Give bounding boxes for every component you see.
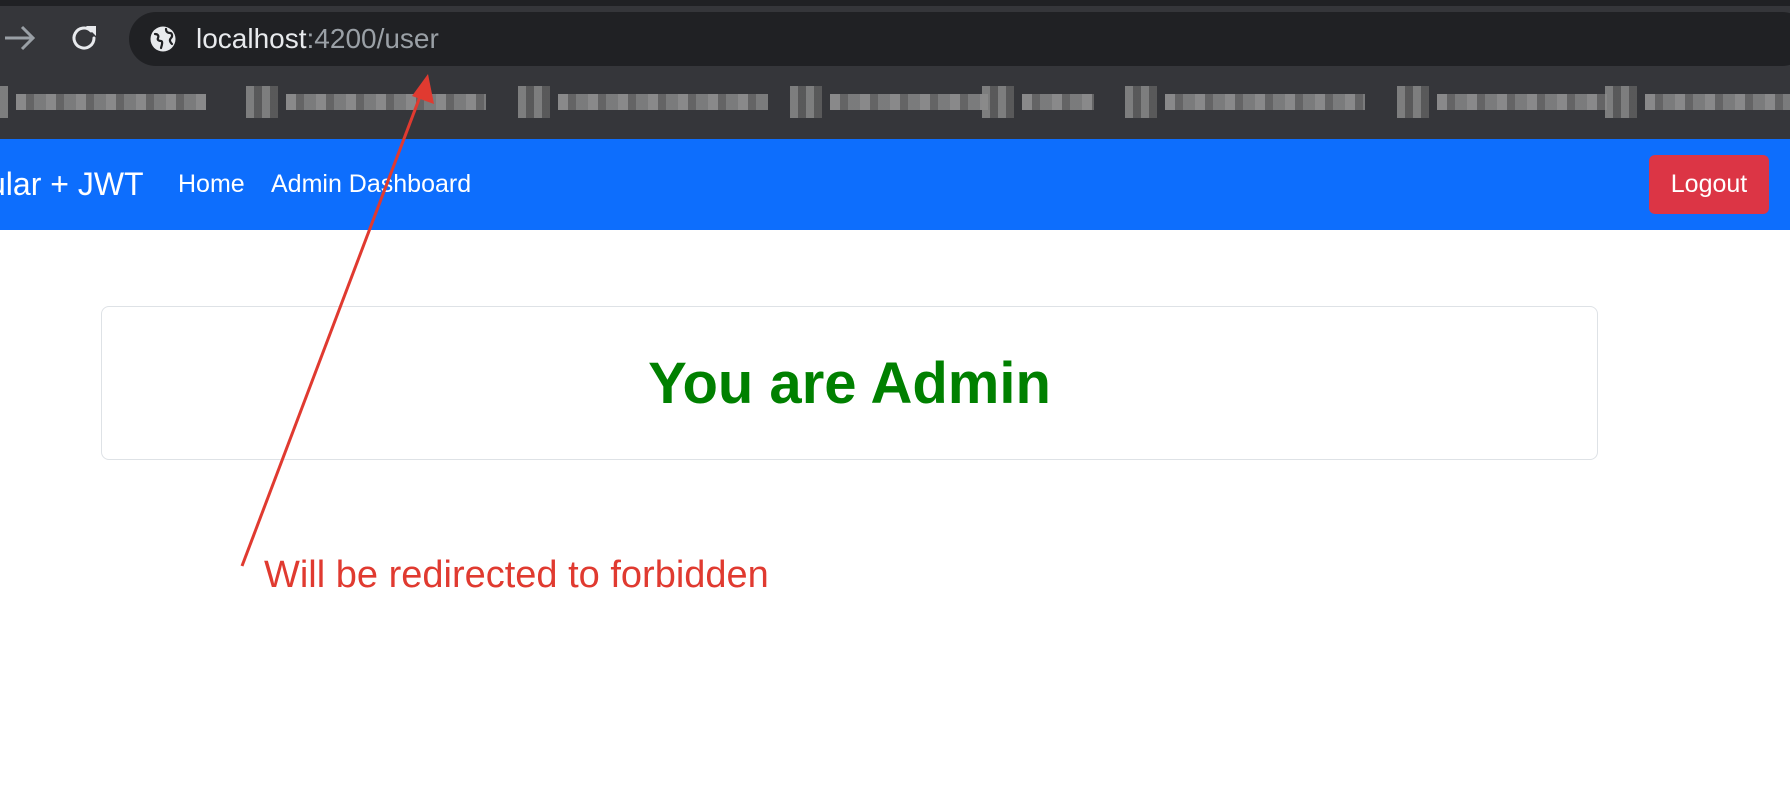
bookmark-favicon-icon <box>518 86 550 118</box>
navbar-brand[interactable]: ular + JWT <box>0 139 144 230</box>
tab-strip-edge <box>0 0 1790 6</box>
nav-link-admin-dashboard[interactable]: Admin Dashboard <box>271 139 471 230</box>
reload-button[interactable] <box>64 18 104 58</box>
bookmark-favicon-icon <box>790 86 822 118</box>
url-host: localhost <box>196 23 307 54</box>
bookmark-favicon-icon <box>982 86 1014 118</box>
page-heading: You are Admin <box>648 350 1051 416</box>
bookmark-favicon-icon <box>246 86 278 118</box>
bookmark-favicon-icon <box>1125 86 1157 118</box>
reload-icon <box>72 26 96 50</box>
bookmark-label-blurred <box>286 94 486 110</box>
bookmark-item[interactable] <box>246 82 486 122</box>
bookmark-item[interactable] <box>518 82 768 122</box>
bookmarks-bar <box>0 78 1790 130</box>
logout-button[interactable]: Logout <box>1649 155 1769 214</box>
url-path: :4200/user <box>306 23 439 54</box>
bookmark-item[interactable] <box>0 82 206 122</box>
bookmark-label-blurred <box>16 94 206 110</box>
url-text: localhost:4200/user <box>196 12 439 66</box>
bookmark-label-blurred <box>1022 94 1094 110</box>
bookmark-item[interactable] <box>982 82 1094 122</box>
browser-toolbar: localhost:4200/user <box>0 0 1790 139</box>
nav-link-home[interactable]: Home <box>178 139 245 230</box>
annotation-text: Will be redirected to forbidden <box>264 554 769 596</box>
bookmark-favicon-icon <box>0 86 8 118</box>
globe-icon <box>150 26 176 52</box>
app-navbar: ular + JWT Home Admin Dashboard <box>0 139 1790 230</box>
bookmark-item[interactable] <box>1605 82 1790 122</box>
forward-button[interactable] <box>0 18 40 58</box>
arrow-right-icon <box>5 25 36 51</box>
bookmark-label-blurred <box>558 94 768 110</box>
content-card: You are Admin <box>101 306 1598 460</box>
bookmark-label-blurred <box>1165 94 1365 110</box>
bookmark-label-blurred <box>1437 94 1607 110</box>
address-bar[interactable]: localhost:4200/user <box>129 12 1790 66</box>
bookmark-favicon-icon <box>1397 86 1429 118</box>
bookmark-item[interactable] <box>1125 82 1365 122</box>
bookmark-item[interactable] <box>1397 82 1607 122</box>
bookmark-label-blurred <box>830 94 988 110</box>
bookmark-favicon-icon <box>1605 86 1637 118</box>
bookmark-item[interactable] <box>790 82 988 122</box>
bookmark-label-blurred <box>1645 94 1790 110</box>
